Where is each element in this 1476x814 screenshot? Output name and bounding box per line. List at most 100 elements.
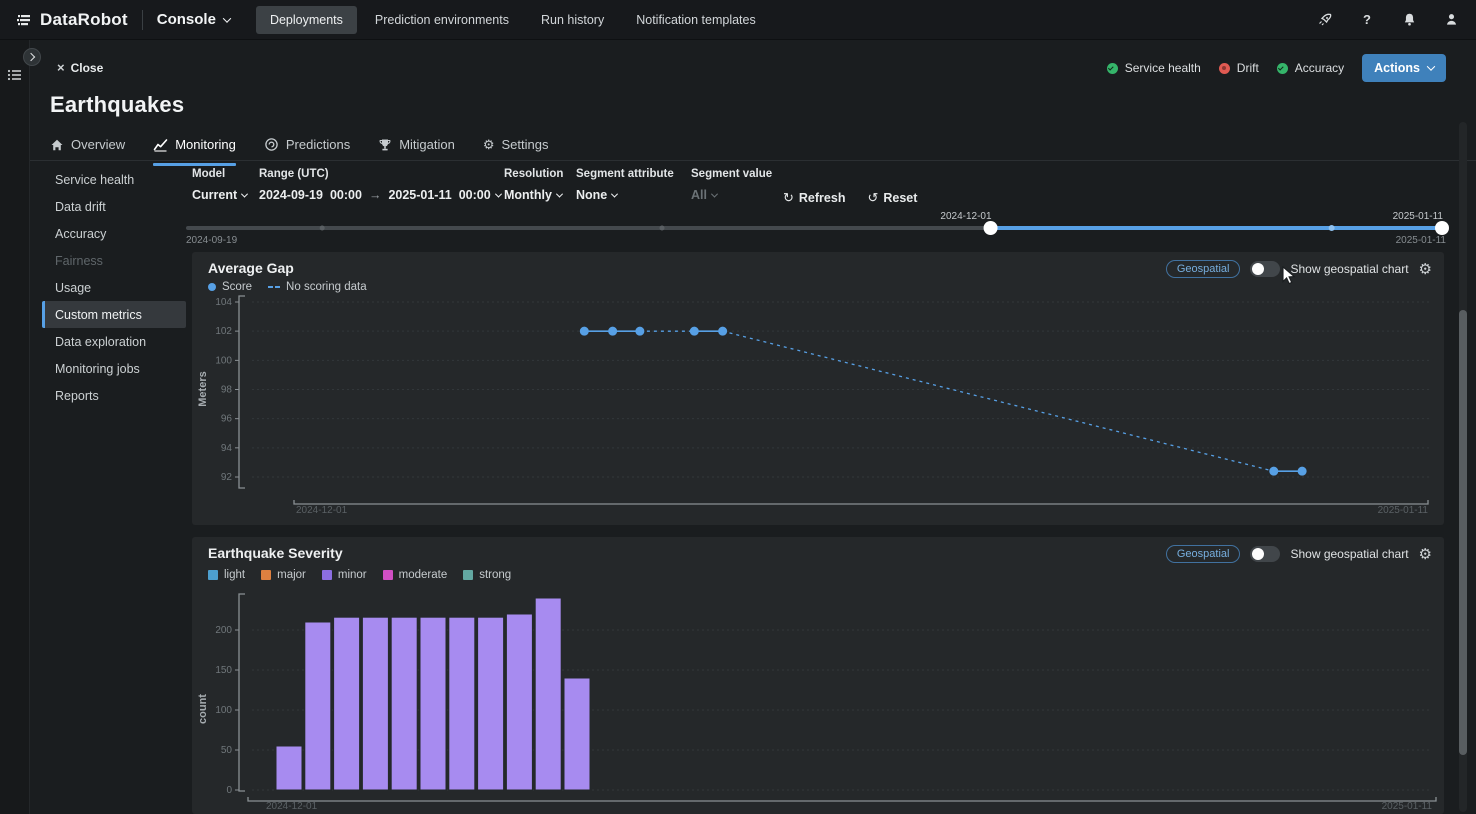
- segment-attribute-value: None: [576, 188, 607, 202]
- svg-text:2024-12-01: 2024-12-01: [266, 801, 318, 812]
- nav-item-run-history[interactable]: Run history: [527, 6, 618, 34]
- bar[interactable]: [535, 598, 561, 790]
- light-swatch-icon: [208, 570, 218, 580]
- tab-settings[interactable]: ⚙ Settings: [483, 137, 549, 160]
- gear-icon[interactable]: ⚙: [1419, 262, 1432, 277]
- legend-item-strong[interactable]: strong: [463, 569, 511, 581]
- vertical-scrollbar-thumb[interactable]: [1459, 310, 1467, 755]
- svg-text:Meters: Meters: [197, 371, 209, 406]
- svg-text:2024-12-01: 2024-12-01: [296, 505, 348, 516]
- range-select[interactable]: 2024-09-19 00:00 → 2025-01-11 00:00: [259, 188, 504, 202]
- refresh-button[interactable]: ↻ Refresh: [783, 190, 845, 206]
- chart-line-icon: [153, 138, 168, 152]
- svg-text:2025-01-11: 2025-01-11: [1396, 235, 1447, 246]
- actions-button[interactable]: Actions: [1362, 54, 1446, 82]
- bar[interactable]: [449, 617, 475, 790]
- time-range-slider[interactable]: 2024-12-012025-01-112024-09-192025-01-11: [184, 210, 1474, 252]
- sidebar-item-service-health[interactable]: Service health: [42, 166, 186, 193]
- svg-text:count: count: [197, 694, 209, 724]
- bar[interactable]: [305, 622, 331, 790]
- vertical-scrollbar-track[interactable]: [1459, 122, 1467, 812]
- resolution-select[interactable]: Monthly: [504, 188, 576, 202]
- sidebar-item-accuracy[interactable]: Accuracy: [42, 220, 186, 247]
- gear-icon[interactable]: ⚙: [1419, 547, 1432, 562]
- segment-attribute-select[interactable]: None: [576, 188, 691, 202]
- page-title: Earthquakes: [50, 92, 184, 118]
- sidebar-item-data-drift[interactable]: Data drift: [42, 193, 186, 220]
- geospatial-toggle-label: Show geospatial chart: [1290, 547, 1408, 561]
- geospatial-toggle[interactable]: [1250, 261, 1280, 277]
- close-button[interactable]: × Close: [57, 60, 103, 75]
- tab-predictions[interactable]: Predictions: [264, 137, 350, 160]
- geospatial-toggle[interactable]: [1250, 546, 1280, 562]
- legend-item-major[interactable]: major: [261, 569, 306, 581]
- refresh-label: Refresh: [799, 191, 846, 205]
- console-menu[interactable]: Console: [157, 11, 230, 28]
- bar[interactable]: [506, 614, 532, 790]
- sidebar-item-usage[interactable]: Usage: [42, 274, 186, 301]
- top-navigation-bar: DataRobot Console Deployments Prediction…: [0, 0, 1476, 40]
- segment-attribute-label: Segment attribute: [576, 168, 691, 180]
- minor-swatch-icon: [322, 570, 332, 580]
- panel-controls: Geospatial Show geospatial chart ⚙: [1166, 545, 1432, 563]
- deployment-detail-page: × Close Service health Drift Accuracy Ac…: [30, 40, 1476, 814]
- nav-item-prediction-environments[interactable]: Prediction environments: [361, 6, 523, 34]
- legend-item-minor[interactable]: minor: [322, 569, 367, 581]
- bar[interactable]: [564, 678, 590, 790]
- nav-divider: [142, 10, 143, 30]
- svg-text:104: 104: [215, 297, 232, 308]
- reset-label: Reset: [883, 191, 917, 205]
- average-gap-panel: Average Gap Geospatial Show geospatial c…: [192, 252, 1444, 525]
- status-badge-drift[interactable]: Drift: [1219, 61, 1259, 75]
- svg-text:150: 150: [215, 665, 232, 676]
- bar[interactable]: [420, 617, 446, 790]
- geospatial-badge: Geospatial: [1166, 545, 1241, 563]
- bar[interactable]: [391, 617, 417, 790]
- tab-overview[interactable]: Overview: [50, 137, 125, 160]
- chevron-down-icon: [556, 190, 563, 197]
- expand-panel-button[interactable]: [23, 48, 41, 66]
- help-icon[interactable]: ?: [1358, 11, 1376, 29]
- earthquake-severity-bar-chart: 050100150200count2024-12-012025-01-11: [192, 587, 1444, 814]
- bar[interactable]: [362, 617, 388, 790]
- svg-text:96: 96: [221, 414, 233, 425]
- bar[interactable]: [478, 617, 504, 790]
- tab-monitoring[interactable]: Monitoring: [153, 137, 236, 160]
- rocket-icon[interactable]: [1316, 11, 1334, 29]
- nav-item-notification-templates[interactable]: Notification templates: [622, 6, 770, 34]
- bar[interactable]: [276, 746, 302, 790]
- deployment-list-icon[interactable]: [7, 68, 23, 87]
- svg-text:50: 50: [221, 745, 233, 756]
- datarobot-logo-icon: [16, 12, 32, 28]
- range-filter-label: Range (UTC): [259, 168, 504, 180]
- range-filter: Range (UTC) 2024-09-19 00:00 → 2025-01-1…: [259, 168, 504, 202]
- close-label: Close: [71, 61, 104, 75]
- nav-item-deployments[interactable]: Deployments: [256, 6, 357, 34]
- tab-mitigation[interactable]: Mitigation: [378, 137, 455, 160]
- svg-text:102: 102: [215, 326, 232, 337]
- status-badge-accuracy[interactable]: Accuracy: [1277, 61, 1344, 75]
- toggle-knob: [1252, 263, 1264, 275]
- model-select[interactable]: Current: [192, 188, 259, 202]
- reset-button[interactable]: ↺ Reset: [867, 190, 917, 206]
- slider-handle[interactable]: [984, 221, 998, 235]
- sidebar-item-reports[interactable]: Reports: [42, 382, 186, 409]
- sidebar-item-custom-metrics[interactable]: Custom metrics: [42, 301, 186, 328]
- segment-attribute-filter: Segment attribute None: [576, 168, 691, 202]
- data-point: [1298, 467, 1307, 476]
- sidebar-item-data-exploration[interactable]: Data exploration: [42, 328, 186, 355]
- bar[interactable]: [334, 617, 360, 790]
- svg-text:200: 200: [215, 625, 232, 636]
- notifications-bell-icon[interactable]: [1400, 11, 1418, 29]
- user-avatar-icon[interactable]: [1442, 11, 1460, 29]
- actions-label: Actions: [1374, 61, 1420, 75]
- slider-handle[interactable]: [1435, 221, 1449, 235]
- status-label: Drift: [1237, 61, 1259, 75]
- legend-item-moderate[interactable]: moderate: [383, 569, 448, 581]
- sidebar-item-monitoring-jobs[interactable]: Monitoring jobs: [42, 355, 186, 382]
- legend-item-light[interactable]: light: [208, 569, 245, 581]
- legend-label: major: [277, 569, 306, 581]
- chevron-down-icon: [241, 190, 248, 197]
- range-start-time: 00:00: [330, 188, 362, 202]
- status-badge-service-health[interactable]: Service health: [1107, 61, 1201, 75]
